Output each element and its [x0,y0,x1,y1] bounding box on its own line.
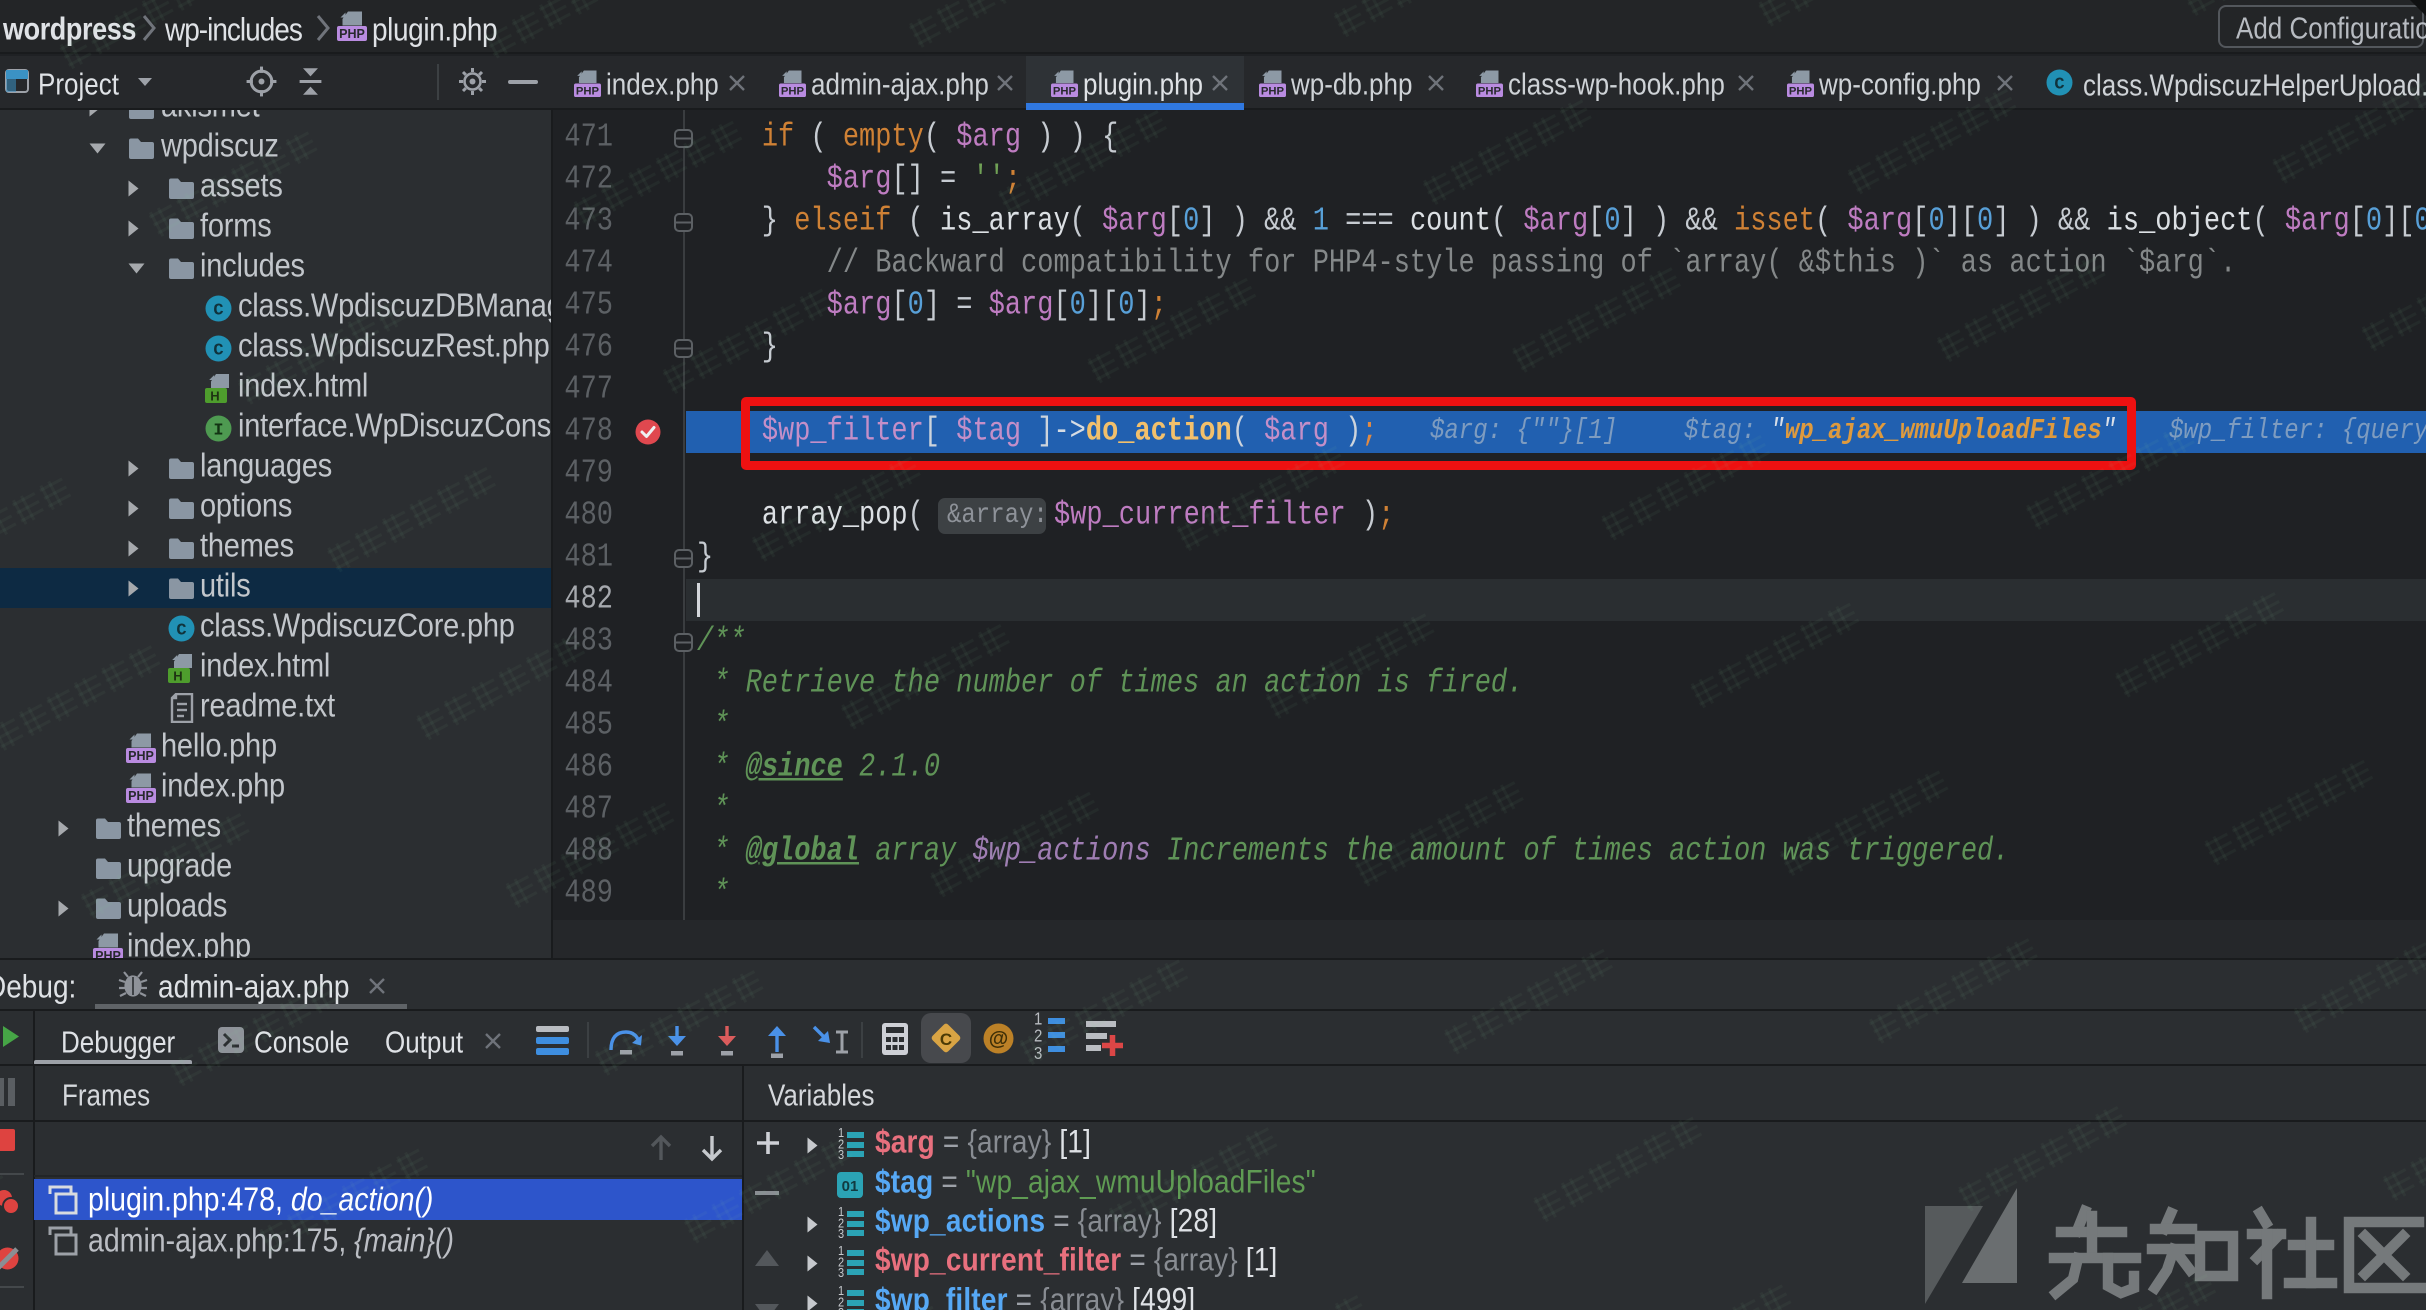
svg-text:PHP: PHP [128,749,154,763]
svg-text:PHP: PHP [1478,85,1502,97]
svg-text:PHP: PHP [128,789,154,803]
svg-text:PHP: PHP [1261,85,1285,97]
svg-text:C: C [213,302,223,321]
svg-text:PHP: PHP [339,27,365,41]
svg-text:PHP: PHP [95,949,121,958]
svg-text:C: C [213,342,223,361]
svg-text:I: I [213,422,223,441]
svg-text:C: C [2054,76,2064,95]
svg-text:01: 01 [842,1178,859,1195]
svg-text:PHP: PHP [576,85,600,97]
svg-text:H: H [173,669,182,684]
svg-text:C: C [940,1030,952,1049]
svg-text:PHP: PHP [1789,85,1813,97]
svg-text:PHP: PHP [781,85,805,97]
svg-text:C: C [176,622,186,641]
svg-text:PHP: PHP [1053,85,1077,97]
svg-text:H: H [210,389,219,404]
svg-text:@: @ [989,1028,1009,1050]
